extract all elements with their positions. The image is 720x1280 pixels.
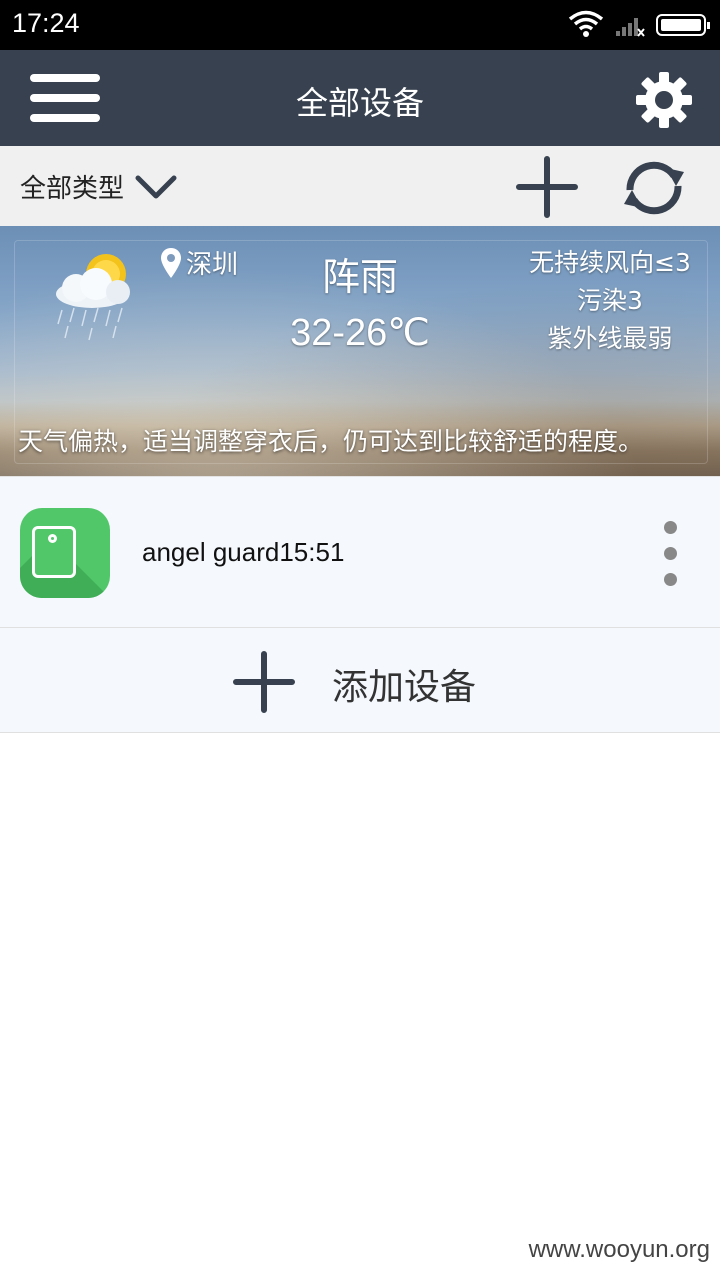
- app-header: 全部设备: [0, 50, 720, 146]
- location-pin-icon: [161, 247, 181, 278]
- more-vert-icon: [664, 521, 677, 534]
- type-dropdown[interactable]: 全部类型: [20, 168, 178, 205]
- weather-details: 无持续风向≤3 污染3 紫外线最弱: [500, 244, 720, 358]
- type-dropdown-label: 全部类型: [20, 174, 125, 204]
- weather-location[interactable]: 深圳: [160, 244, 238, 281]
- menu-icon: [30, 74, 100, 82]
- plus-icon: [233, 651, 295, 713]
- weather-tip: 天气偏热，适当调整穿衣后，仍可达到比较舒适的程度。: [18, 427, 644, 456]
- weather-pollution: 污染3: [577, 286, 643, 315]
- weather-uv: 紫外线最弱: [547, 324, 673, 353]
- shower-weather-icon: [38, 246, 150, 346]
- chevron-down-icon: [135, 175, 177, 198]
- battery-icon: [656, 14, 710, 36]
- menu-button[interactable]: [30, 72, 100, 124]
- wifi-icon: [568, 10, 604, 42]
- page-title: 全部设备: [295, 84, 424, 122]
- add-device-label: 添加设备: [332, 667, 477, 708]
- device-row[interactable]: angel guard15:51: [0, 476, 720, 628]
- weather-card: 深圳 阵雨 32-26℃ 无持续风向≤3 污染3 紫外线最弱 天气偏热，适当调整…: [0, 226, 720, 476]
- status-bar: 17:24: [0, 0, 720, 50]
- refresh-icon: [624, 161, 684, 215]
- settings-button[interactable]: [634, 70, 694, 130]
- plus-icon: [516, 156, 578, 218]
- add-button[interactable]: [514, 154, 580, 224]
- signal-icon: [614, 14, 646, 42]
- weather-condition: 阵雨: [321, 255, 398, 299]
- device-icon: [20, 508, 110, 598]
- weather-temperature: 32-26℃: [290, 312, 430, 354]
- weather-wind: 无持续风向≤3: [529, 248, 691, 277]
- status-time: 17:24: [12, 8, 80, 38]
- watermark: www.wooyun.org: [528, 1236, 710, 1263]
- filter-bar: 全部类型: [0, 146, 720, 226]
- gear-icon: [636, 72, 692, 128]
- location-label: 深圳: [186, 250, 239, 280]
- more-options-button[interactable]: [650, 513, 690, 593]
- refresh-button[interactable]: [618, 156, 690, 224]
- add-device-button[interactable]: 添加设备: [0, 628, 720, 733]
- device-name: angel guard15:51: [142, 537, 345, 567]
